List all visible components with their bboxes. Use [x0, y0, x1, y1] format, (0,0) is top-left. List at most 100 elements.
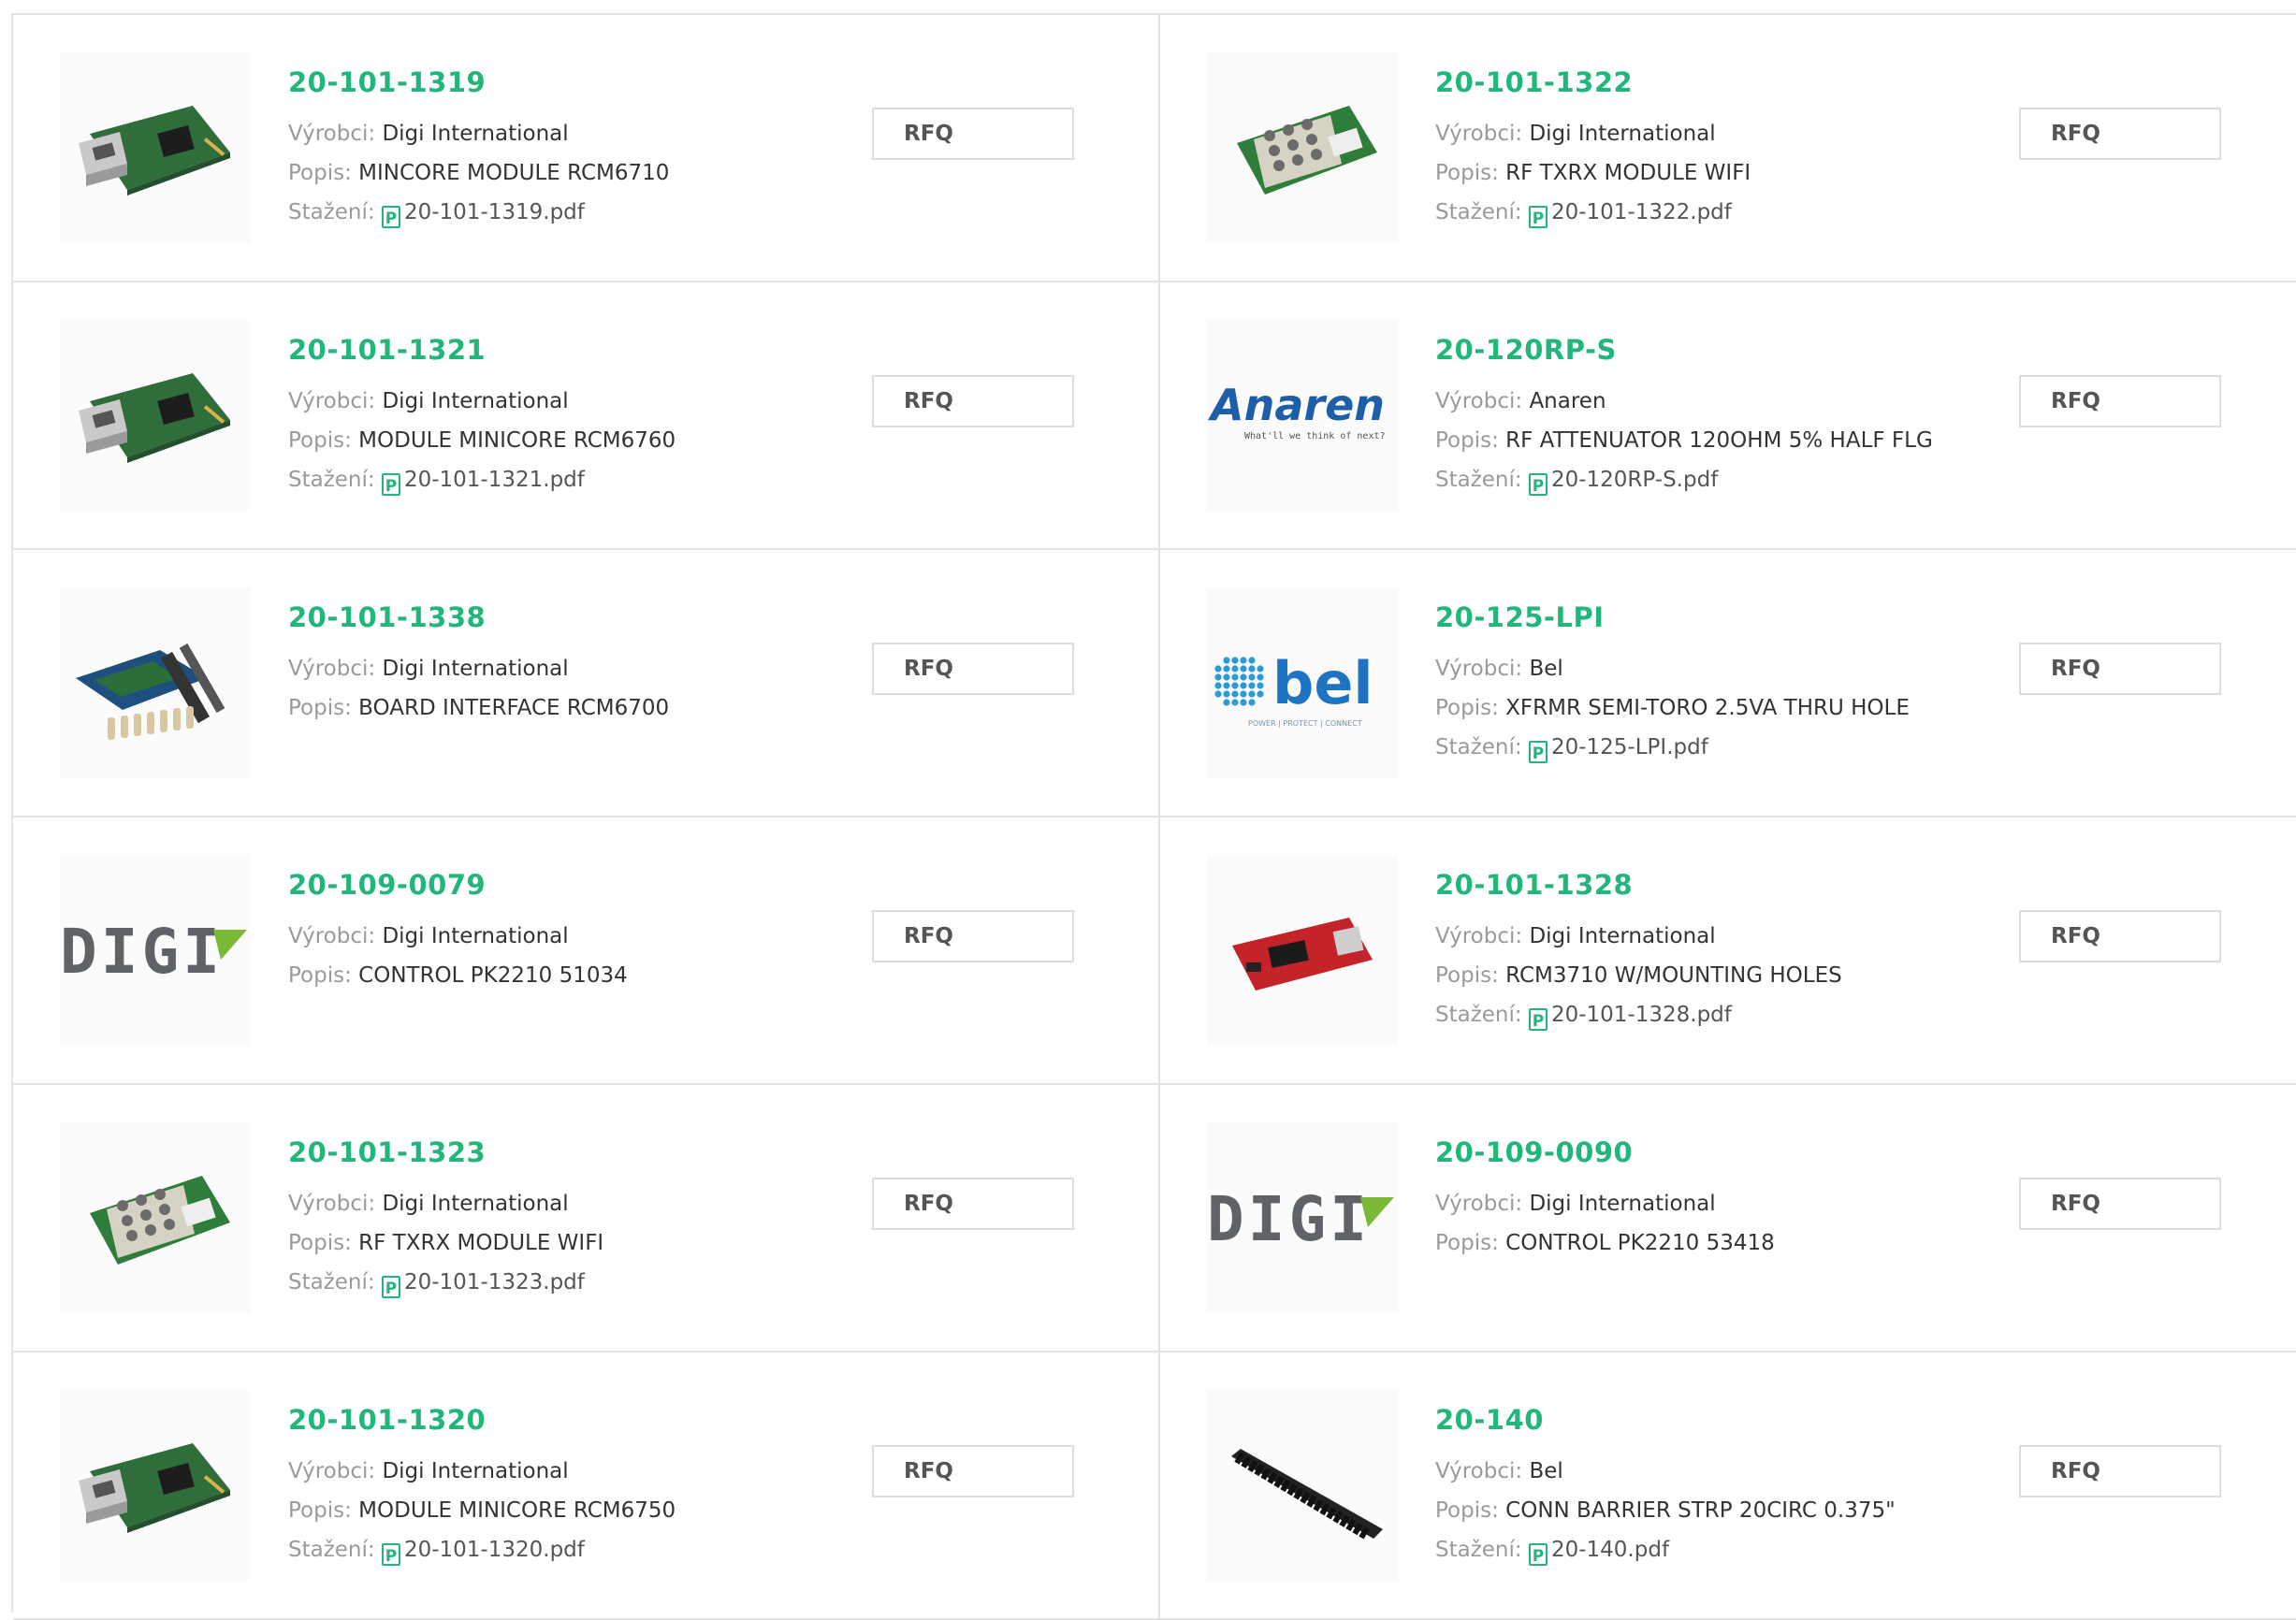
barrier-strip-image[interactable] — [1207, 1390, 1398, 1581]
manufacturer-value: Digi International — [382, 657, 569, 681]
manufacturer-label: Výrobci: — [1435, 122, 1523, 146]
manufacturer-label: Výrobci: — [1435, 1192, 1523, 1216]
rfq-button[interactable]: RFQ — [872, 108, 1074, 160]
rfq-button[interactable]: RFQ — [2019, 1178, 2221, 1230]
red-module-image[interactable] — [1207, 855, 1398, 1046]
datasheet-filename: 20-125-LPI.pdf — [1550, 735, 1708, 759]
module-ethernet-image[interactable] — [60, 52, 251, 243]
manufacturer-label: Výrobci: — [288, 924, 376, 948]
product-info: 20-125-LPI Výrobci: Bel Popis: XFRMR SEM… — [1435, 599, 1910, 767]
part-number-link[interactable]: 20-125-LPI — [1435, 599, 1910, 636]
module-ethernet-image[interactable] — [60, 320, 251, 511]
description-label: Popis: — [1435, 963, 1499, 988]
manufacturer-value: Anaren — [1529, 389, 1606, 413]
manufacturer-label: Výrobci: — [288, 389, 376, 413]
product-info: 20-101-1319 Výrobci: Digi International … — [288, 64, 669, 232]
part-number-link[interactable]: 20-101-1338 — [288, 599, 669, 636]
download-row: Stažení: P 20-101-1319.pdf — [288, 193, 669, 232]
rfq-button[interactable]: RFQ — [2019, 910, 2221, 962]
description-value: RCM3710 W/MOUNTING HOLES — [1505, 963, 1842, 988]
download-label: Stažení: — [288, 468, 375, 492]
manufacturer-row: Výrobci: Digi International — [288, 1452, 676, 1491]
product-info: 20-101-1322 Výrobci: Digi International … — [1435, 64, 1751, 232]
part-number-link[interactable]: 20-109-0090 — [1435, 1134, 1775, 1171]
datasheet-link[interactable]: P 20-120RP-S.pdf — [1528, 468, 1719, 496]
manufacturer-label: Výrobci: — [1435, 924, 1523, 948]
part-number-link[interactable]: 20-101-1319 — [288, 64, 669, 101]
datasheet-link[interactable]: P 20-101-1321.pdf — [381, 468, 585, 496]
part-number-link[interactable]: 20-140 — [1435, 1401, 1896, 1439]
rfq-button[interactable]: RFQ — [872, 643, 1074, 695]
description-label: Popis: — [288, 1498, 352, 1523]
datasheet-link[interactable]: P 20-140.pdf — [1528, 1538, 1669, 1566]
manufacturer-value: Digi International — [1529, 924, 1716, 948]
description-row: Popis: RCM3710 W/MOUNTING HOLES — [1435, 956, 1842, 995]
anaren-logo[interactable]: Anaren What'll we think of next? — [1207, 320, 1398, 511]
module-ethernet-image[interactable] — [60, 1390, 251, 1581]
interface-board-image[interactable] — [60, 587, 251, 778]
digi-logo[interactable]: DIGI — [60, 855, 251, 1046]
svg-text:What'll we think of next?: What'll we think of next? — [1244, 431, 1386, 441]
description-label: Popis: — [288, 161, 352, 185]
product-card: DIGI 20-109-0079 Výrobci: Digi Internati… — [13, 817, 1160, 1085]
datasheet-filename: 20-101-1322.pdf — [1550, 200, 1732, 224]
description-value: RF TXRX MODULE WIFI — [1505, 161, 1751, 185]
rfq-button[interactable]: RFQ — [2019, 375, 2221, 427]
product-card: 20-101-1320 Výrobci: Digi International … — [13, 1352, 1160, 1620]
datasheet-filename: 20-101-1323.pdf — [403, 1270, 585, 1295]
description-row: Popis: CONN BARRIER STRP 20CIRC 0.375" — [1435, 1491, 1896, 1530]
description-value: CONTROL PK2210 51034 — [358, 963, 628, 988]
svg-text:DIGI: DIGI — [1207, 1183, 1371, 1255]
product-info: 20-109-0090 Výrobci: Digi International … — [1435, 1134, 1775, 1263]
description-value: XFRMR SEMI-TORO 2.5VA THRU HOLE — [1505, 696, 1910, 720]
download-label: Stažení: — [288, 1538, 375, 1562]
part-number-link[interactable]: 20-101-1320 — [288, 1401, 676, 1439]
datasheet-filename: 20-101-1319.pdf — [403, 200, 585, 224]
part-number-link[interactable]: 20-101-1322 — [1435, 64, 1751, 101]
rfq-button[interactable]: RFQ — [872, 1445, 1074, 1497]
description-value: BOARD INTERFACE RCM6700 — [358, 696, 670, 720]
manufacturer-label: Výrobci: — [1435, 389, 1523, 413]
digi-logo[interactable]: DIGI — [1207, 1122, 1398, 1313]
rfq-button[interactable]: RFQ — [872, 910, 1074, 962]
manufacturer-row: Výrobci: Digi International — [1435, 1184, 1775, 1223]
wifi-module-image[interactable] — [1207, 52, 1398, 243]
product-grid: 20-101-1319 Výrobci: Digi International … — [11, 13, 2296, 1620]
manufacturer-value: Digi International — [382, 389, 569, 413]
datasheet-link[interactable]: P 20-125-LPI.pdf — [1528, 735, 1708, 763]
rfq-button[interactable]: RFQ — [2019, 1445, 2221, 1497]
download-label: Stažení: — [288, 1270, 375, 1295]
datasheet-link[interactable]: P 20-101-1323.pdf — [381, 1270, 585, 1298]
download-row: Stažení: P 20-101-1328.pdf — [1435, 995, 1842, 1034]
part-number-link[interactable]: 20-101-1323 — [288, 1134, 603, 1171]
manufacturer-label: Výrobci: — [1435, 1459, 1523, 1483]
rfq-button[interactable]: RFQ — [2019, 108, 2221, 160]
rfq-button[interactable]: RFQ — [872, 1178, 1074, 1230]
manufacturer-value: Digi International — [382, 1192, 569, 1216]
description-value: MINCORE MODULE RCM6710 — [358, 161, 670, 185]
part-number-link[interactable]: 20-101-1321 — [288, 331, 676, 369]
rfq-button[interactable]: RFQ — [872, 375, 1074, 427]
description-row: Popis: CONTROL PK2210 51034 — [288, 956, 628, 995]
wifi-module-image[interactable] — [60, 1122, 251, 1313]
rfq-button[interactable]: RFQ — [2019, 643, 2221, 695]
product-info: 20-120RP-S Výrobci: Anaren Popis: RF ATT… — [1435, 331, 1933, 499]
description-row: Popis: MINCORE MODULE RCM6710 — [288, 153, 669, 193]
part-number-link[interactable]: 20-109-0079 — [288, 866, 628, 904]
manufacturer-value: Digi International — [382, 122, 569, 146]
datasheet-link[interactable]: P 20-101-1328.pdf — [1528, 1003, 1732, 1031]
download-row: Stažení: P 20-101-1323.pdf — [288, 1263, 603, 1302]
datasheet-link[interactable]: P 20-101-1320.pdf — [381, 1538, 585, 1566]
datasheet-filename: 20-120RP-S.pdf — [1550, 468, 1719, 492]
manufacturer-row: Výrobci: Digi International — [288, 382, 676, 421]
description-label: Popis: — [1435, 1498, 1499, 1523]
svg-text:bel: bel — [1272, 649, 1373, 717]
part-number-link[interactable]: 20-101-1328 — [1435, 866, 1842, 904]
datasheet-link[interactable]: P 20-101-1319.pdf — [381, 200, 585, 228]
manufacturer-value: Digi International — [1529, 122, 1716, 146]
download-row: Stažení: P 20-101-1322.pdf — [1435, 193, 1751, 232]
part-number-link[interactable]: 20-120RP-S — [1435, 331, 1933, 369]
bel-logo[interactable]: bel POWER | PROTECT | CONNECT — [1207, 587, 1398, 778]
datasheet-link[interactable]: P 20-101-1322.pdf — [1528, 200, 1732, 228]
description-row: Popis: RF ATTENUATOR 120OHM 5% HALF FLG — [1435, 421, 1933, 460]
